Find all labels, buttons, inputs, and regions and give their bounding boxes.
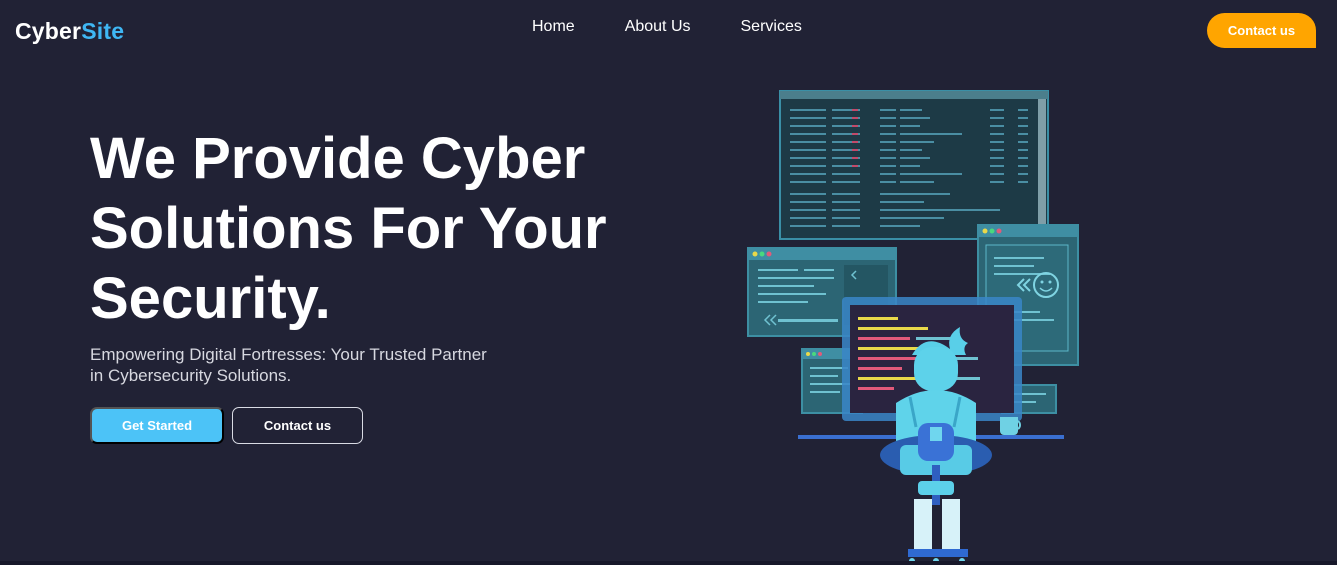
hero-title: We Provide Cyber Solutions For Your Secu… — [90, 124, 690, 334]
landing-page: CyberSite Home About Us Services Contact… — [0, 0, 1337, 565]
hero-subtitle: Empowering Digital Fortresses: Your Trus… — [90, 344, 530, 386]
nav-link-services[interactable]: Services — [741, 17, 802, 37]
nav-link-home[interactable]: Home — [532, 17, 575, 37]
logo-text-highlight: Site — [81, 18, 125, 44]
hero-title-line-3: Security. — [90, 266, 331, 331]
hero-title-line-1: We Provide Cyber — [90, 126, 586, 191]
hero-subtitle-line-1: Empowering Digital Fortresses: Your Trus… — [90, 345, 487, 364]
hacker-at-computer-illustration — [740, 85, 1085, 565]
logo-text-primary: Cyber — [15, 18, 82, 44]
hero-contact-button[interactable]: Contact us — [232, 407, 363, 444]
nav-link-about-us[interactable]: About Us — [625, 17, 691, 37]
main-nav: Home About Us Services — [532, 17, 802, 37]
terminal-window-icon — [779, 90, 1049, 240]
hero-subtitle-line-2: in Cybersecurity Solutions. — [90, 366, 292, 385]
bottom-divider — [0, 561, 1337, 565]
header-contact-button[interactable]: Contact us — [1207, 13, 1316, 48]
get-started-button[interactable]: Get Started — [90, 407, 224, 444]
mug-icon — [1000, 417, 1021, 435]
site-logo[interactable]: CyberSite — [15, 18, 124, 45]
hero-title-line-2: Solutions For Your — [90, 196, 607, 261]
